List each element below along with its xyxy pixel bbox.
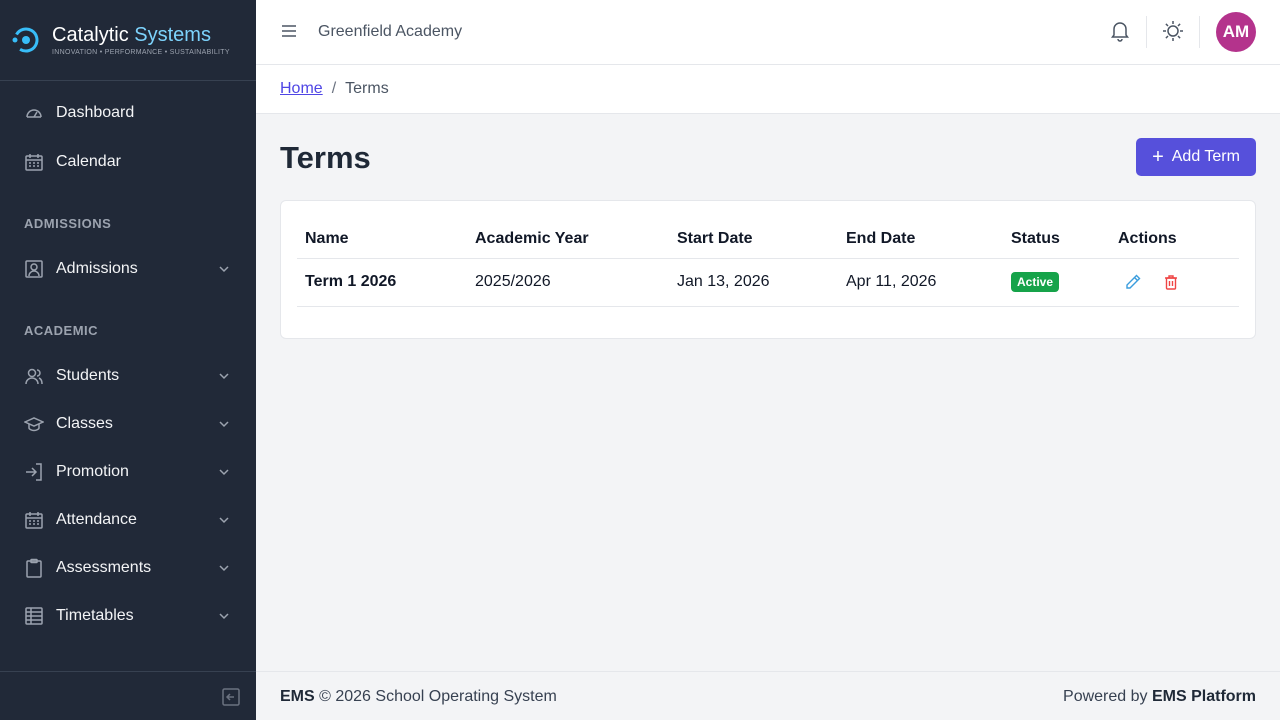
header-divider — [1199, 16, 1200, 48]
sidebar-item-label: Classes — [56, 415, 113, 432]
sidebar-item-label: Attendance — [56, 511, 137, 528]
add-term-button[interactable]: + Add Term — [1136, 138, 1256, 176]
bell-icon[interactable] — [1110, 20, 1130, 42]
sidebar-item-timetables[interactable]: Timetables — [0, 596, 256, 636]
footer-right: Powered by EMS Platform — [1063, 688, 1256, 706]
section-admissions: ADMISSIONS — [24, 216, 112, 231]
plus-icon: + — [1152, 146, 1164, 168]
sidebar-item-label: Promotion — [56, 463, 129, 480]
footer-powered-by: Powered by — [1063, 688, 1148, 705]
footer-left: EMS © 2026 School Operating System — [280, 688, 557, 706]
brand-name: Catalytic Systems — [52, 24, 230, 46]
sidebar-item-admissions[interactable]: Admissions — [0, 249, 256, 289]
breadcrumb-home-link[interactable]: Home — [280, 80, 323, 98]
calendar-grid-icon — [24, 510, 44, 530]
users-icon — [24, 366, 44, 386]
brand[interactable]: Catalytic Systems INNOVATION • PERFORMAN… — [0, 0, 256, 81]
brand-name-part2: Systems — [134, 24, 211, 46]
cell-academic-year: 2025/2026 — [467, 258, 669, 307]
sidebar-item-label: Admissions — [56, 260, 138, 277]
chevron-down-icon — [219, 565, 229, 572]
sidebar-item-classes[interactable]: Classes — [0, 404, 256, 444]
sidebar-item-students[interactable]: Students — [0, 356, 256, 396]
table-header-row: Name Academic Year Start Date End Date S… — [297, 221, 1239, 259]
section-academic: ACADEMIC — [24, 323, 99, 338]
page-title: Terms — [280, 140, 371, 175]
chevron-down-icon — [219, 613, 229, 620]
terms-table-card: Name Academic Year Start Date End Date S… — [280, 200, 1256, 339]
sidebar-item-assessments[interactable]: Assessments — [0, 548, 256, 588]
brand-tagline: INNOVATION • PERFORMANCE • SUSTAINABILIT… — [52, 49, 230, 56]
column-header-name: Name — [297, 221, 467, 259]
sidebar-footer — [0, 671, 256, 720]
sidebar-item-label: Timetables — [56, 607, 134, 624]
delete-trash-icon[interactable] — [1162, 273, 1180, 291]
sidebar-item-dashboard[interactable]: Dashboard — [0, 93, 256, 133]
column-header-end-date: End Date — [838, 221, 1003, 259]
brand-name-part1: Catalytic — [52, 24, 129, 46]
sidebar-item-attendance[interactable]: Attendance — [0, 500, 256, 540]
breadcrumb: Home / Terms — [256, 65, 1280, 114]
status-badge: Active — [1011, 272, 1060, 292]
edit-pencil-icon[interactable] — [1124, 273, 1142, 291]
sun-icon[interactable] — [1162, 20, 1184, 42]
sidebar-item-label: Students — [56, 367, 120, 384]
cell-end-date: Apr 11, 2026 — [838, 258, 1003, 307]
arrow-right-bracket-icon — [24, 462, 44, 482]
clipboard-icon — [24, 558, 44, 578]
terms-table: Name Academic Year Start Date End Date S… — [297, 221, 1239, 307]
breadcrumb-separator: / — [331, 80, 337, 97]
brand-logo-icon — [12, 27, 39, 53]
sidebar-item-label: Calendar — [56, 153, 121, 170]
sidebar-item-label: Dashboard — [56, 104, 135, 121]
table-icon — [24, 606, 44, 626]
chevron-down-icon — [219, 469, 229, 476]
hamburger-menu-icon[interactable] — [280, 22, 298, 40]
gauge-icon — [24, 103, 44, 123]
cell-actions — [1110, 258, 1239, 307]
avatar[interactable]: AM — [1216, 12, 1256, 52]
add-term-button-label: Add Term — [1171, 148, 1240, 165]
cell-status: Active — [1003, 258, 1110, 307]
school-name: Greenfield Academy — [318, 23, 463, 40]
chevron-down-icon — [219, 266, 229, 273]
page-footer: EMS © 2026 School Operating System Power… — [256, 671, 1280, 720]
collapse-sidebar-icon[interactable] — [222, 688, 240, 706]
sidebar-item-calendar[interactable]: Calendar — [0, 142, 256, 182]
column-header-status: Status — [1003, 221, 1110, 259]
table-row: Term 1 2026 2025/2026 Jan 13, 2026 Apr 1… — [297, 258, 1239, 307]
cell-name: Term 1 2026 — [297, 258, 467, 307]
top-header: Greenfield Academy AM — [256, 0, 1280, 65]
column-header-academic-year: Academic Year — [467, 221, 669, 259]
user-badge-icon — [24, 259, 44, 279]
breadcrumb-current: Terms — [345, 80, 389, 97]
sidebar: Catalytic Systems INNOVATION • PERFORMAN… — [0, 0, 256, 720]
cell-start-date: Jan 13, 2026 — [669, 258, 838, 307]
graduation-cap-icon — [24, 414, 44, 434]
header-divider — [1146, 16, 1147, 48]
sidebar-item-label: Assessments — [56, 559, 152, 576]
footer-platform: EMS Platform — [1151, 688, 1256, 705]
chevron-down-icon — [219, 373, 229, 380]
footer-brand: EMS — [280, 688, 315, 705]
footer-copyright: © 2026 School Operating System — [319, 688, 557, 705]
chevron-down-icon — [219, 517, 229, 524]
column-header-start-date: Start Date — [669, 221, 838, 259]
calendar-icon — [24, 152, 44, 172]
column-header-actions: Actions — [1110, 221, 1239, 259]
chevron-down-icon — [219, 421, 229, 428]
sidebar-item-promotion[interactable]: Promotion — [0, 452, 256, 492]
